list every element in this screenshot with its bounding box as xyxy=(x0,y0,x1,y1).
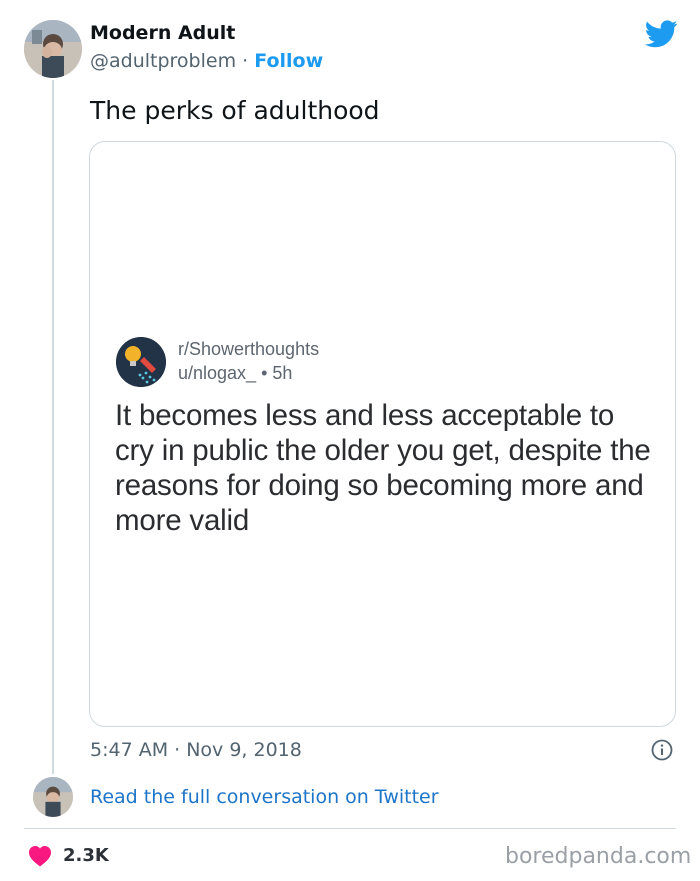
tweet-text: The perks of adulthood xyxy=(90,96,380,125)
dot-separator: · xyxy=(242,50,249,72)
author-name[interactable]: Modern Adult xyxy=(90,22,235,44)
handle-row: @adultproblem · Follow xyxy=(90,50,323,72)
showerthoughts-logo xyxy=(116,337,166,387)
twitter-bird-icon[interactable] xyxy=(645,20,678,48)
author-avatar[interactable] xyxy=(24,20,82,78)
divider xyxy=(24,828,676,829)
post-user-line: u/nlogax_ • 5h xyxy=(178,363,293,383)
tweet-embed: Modern Adult @adultproblem · Follow The … xyxy=(0,0,700,881)
tweet-timestamp[interactable]: 5:47 AM · Nov 9, 2018 xyxy=(90,739,302,761)
watermark: boredpanda.com xyxy=(505,844,692,869)
heart-icon[interactable] xyxy=(28,845,52,867)
thread-line xyxy=(52,80,54,774)
subreddit-name: r/Showerthoughts xyxy=(178,339,320,359)
reply-avatar[interactable] xyxy=(33,777,73,817)
author-handle[interactable]: @adultproblem xyxy=(90,50,236,72)
follow-link[interactable]: Follow xyxy=(254,50,323,72)
post-text: It becomes less and less acceptable to c… xyxy=(115,399,651,537)
read-conversation-link[interactable]: Read the full conversation on Twitter xyxy=(90,786,439,808)
info-icon[interactable] xyxy=(651,739,673,761)
like-count[interactable]: 2.3K xyxy=(63,845,109,866)
